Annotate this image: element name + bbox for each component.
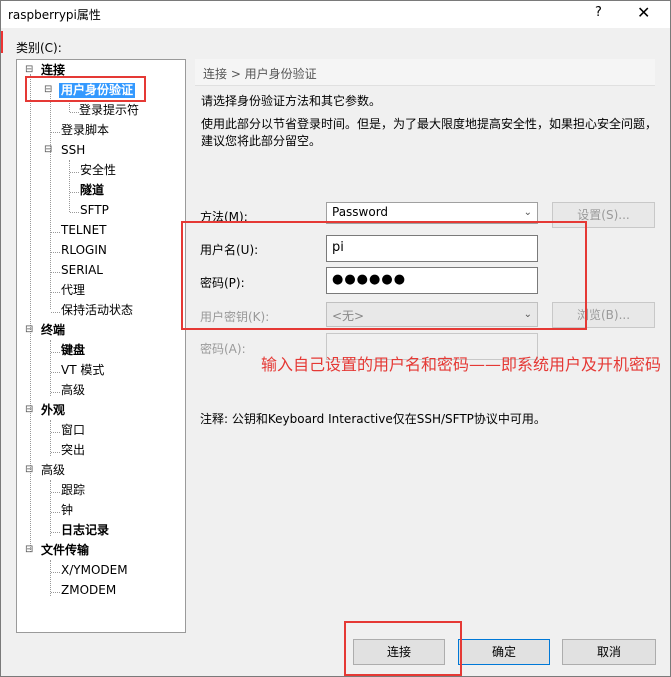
tree-item-logging[interactable]: 日志记录 (61, 523, 109, 538)
tree-item-advanced[interactable]: 高级 (41, 463, 65, 478)
passphrase-label: 密码(A): (200, 342, 246, 356)
tree-item-keepalive[interactable]: 保持活动状态 (61, 303, 133, 318)
note-text: 注释: 公钥和Keyboard Interactive仅在SSH/SFTP协议中… (200, 412, 546, 426)
close-button[interactable]: ✕ (637, 3, 650, 22)
category-tree[interactable]: ⊟ ⊟ ⊟ ⊟ ⊟ ⊟ ⊟ 连接 用户身份验证 登录提示符 登录脚本 SSH 安… (16, 59, 186, 633)
tree-item-tunnel[interactable]: 隧道 (80, 183, 104, 198)
tree-item-appearance[interactable]: 外观 (41, 403, 65, 418)
tree-item-security[interactable]: 安全性 (80, 163, 116, 178)
collapse-icon[interactable]: ⊟ (25, 544, 33, 555)
breadcrumb: 连接 > 用户身份验证 (195, 59, 655, 86)
tree-item-vt-mode[interactable]: VT 模式 (61, 363, 104, 378)
tree-item-terminal[interactable]: 终端 (41, 323, 65, 338)
tree-item-bell[interactable]: 钟 (61, 503, 73, 518)
tree-item-xymodem[interactable]: X/YMODEM (61, 563, 128, 578)
collapse-icon[interactable]: ⊟ (44, 144, 52, 155)
category-label: 类别(C): (16, 41, 62, 55)
tree-item-serial[interactable]: SERIAL (61, 263, 103, 278)
annotation-box-credentials (181, 221, 587, 330)
ok-button[interactable]: 确定 (458, 639, 550, 665)
background-edge (1, 31, 3, 53)
collapse-icon[interactable]: ⊟ (25, 64, 33, 75)
window-title: raspberrypi属性 (8, 8, 101, 22)
tree-item-terminal-advanced[interactable]: 高级 (61, 383, 85, 398)
help-button[interactable]: ? (595, 5, 602, 20)
tree-item-ssh[interactable]: SSH (61, 143, 85, 158)
description-line-2: 使用此部分以节省登录时间。但是，为了最大限度地提高安全性，如果担心安全问题， (201, 117, 658, 131)
method-select-value: Password (332, 205, 389, 219)
tree-item-keyboard[interactable]: 键盘 (61, 343, 85, 358)
tree-item-proxy[interactable]: 代理 (61, 283, 85, 298)
description-line-1: 请选择身份验证方法和其它参数。 (201, 94, 382, 108)
tree-item-highlight[interactable]: 突出 (61, 443, 85, 458)
tree-item-zmodem[interactable]: ZMODEM (61, 583, 116, 598)
tree-item-trace[interactable]: 跟踪 (61, 483, 85, 498)
annotation-box-connect (344, 621, 462, 676)
tree-item-file-transfer[interactable]: 文件传输 (41, 543, 89, 558)
description-line-3: 建议您将此部分留空。 (201, 134, 322, 148)
title-bar: raspberrypi属性 ? ✕ (1, 1, 670, 28)
properties-dialog: raspberrypi属性 ? ✕ 类别(C): ⊟ ⊟ ⊟ ⊟ ⊟ ⊟ ⊟ 连… (0, 0, 671, 677)
tree-item-login-prompt[interactable]: 登录提示符 (79, 103, 139, 118)
chevron-down-icon: ⌄ (523, 207, 532, 218)
tree-item-window[interactable]: 窗口 (61, 423, 85, 438)
collapse-icon[interactable]: ⊟ (25, 404, 33, 415)
tree-item-rlogin[interactable]: RLOGIN (61, 243, 107, 258)
tree-item-sftp[interactable]: SFTP (80, 203, 109, 218)
annotation-text: 输入自己设置的用户名和密码——即系统用户及开机密码 (261, 355, 662, 374)
breadcrumb-text: 连接 > 用户身份验证 (203, 67, 317, 81)
cancel-button[interactable]: 取消 (562, 639, 656, 665)
collapse-icon[interactable]: ⊟ (25, 324, 33, 335)
collapse-icon[interactable]: ⊟ (25, 464, 33, 475)
tree-item-login-script[interactable]: 登录脚本 (61, 123, 109, 138)
tree-item-telnet[interactable]: TELNET (61, 223, 107, 238)
annotation-box-user-auth (25, 76, 146, 102)
